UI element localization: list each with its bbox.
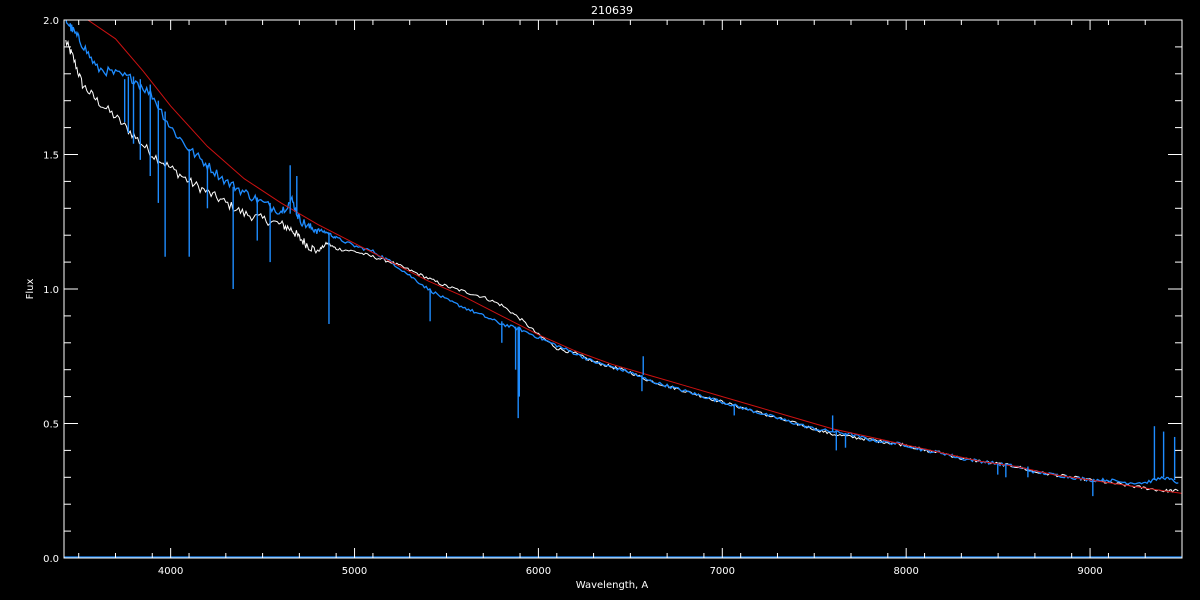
- x-tick-label: 5000: [342, 566, 367, 577]
- chart-background: [0, 0, 1200, 600]
- y-axis-label: Flux: [25, 279, 36, 300]
- y-tick-label: 0.5: [43, 420, 59, 431]
- x-tick-label: 6000: [526, 566, 551, 577]
- x-tick-label: 4000: [158, 566, 183, 577]
- x-tick-label: 7000: [710, 566, 735, 577]
- chart-title: 210639: [591, 4, 633, 17]
- x-axis-label: Wavelength, A: [576, 580, 649, 591]
- y-tick-label: 0.0: [43, 554, 59, 565]
- x-tick-label: 8000: [893, 566, 918, 577]
- spectrum-chart: 210639 4000 5000 6000 7000 8000 9000 0.0 0.5 1.…: [0, 0, 1200, 600]
- y-tick-label: 2.0: [43, 16, 59, 27]
- y-tick-label: 1.0: [43, 285, 59, 296]
- y-tick-label: 1.5: [43, 151, 59, 162]
- x-tick-label: 9000: [1077, 566, 1102, 577]
